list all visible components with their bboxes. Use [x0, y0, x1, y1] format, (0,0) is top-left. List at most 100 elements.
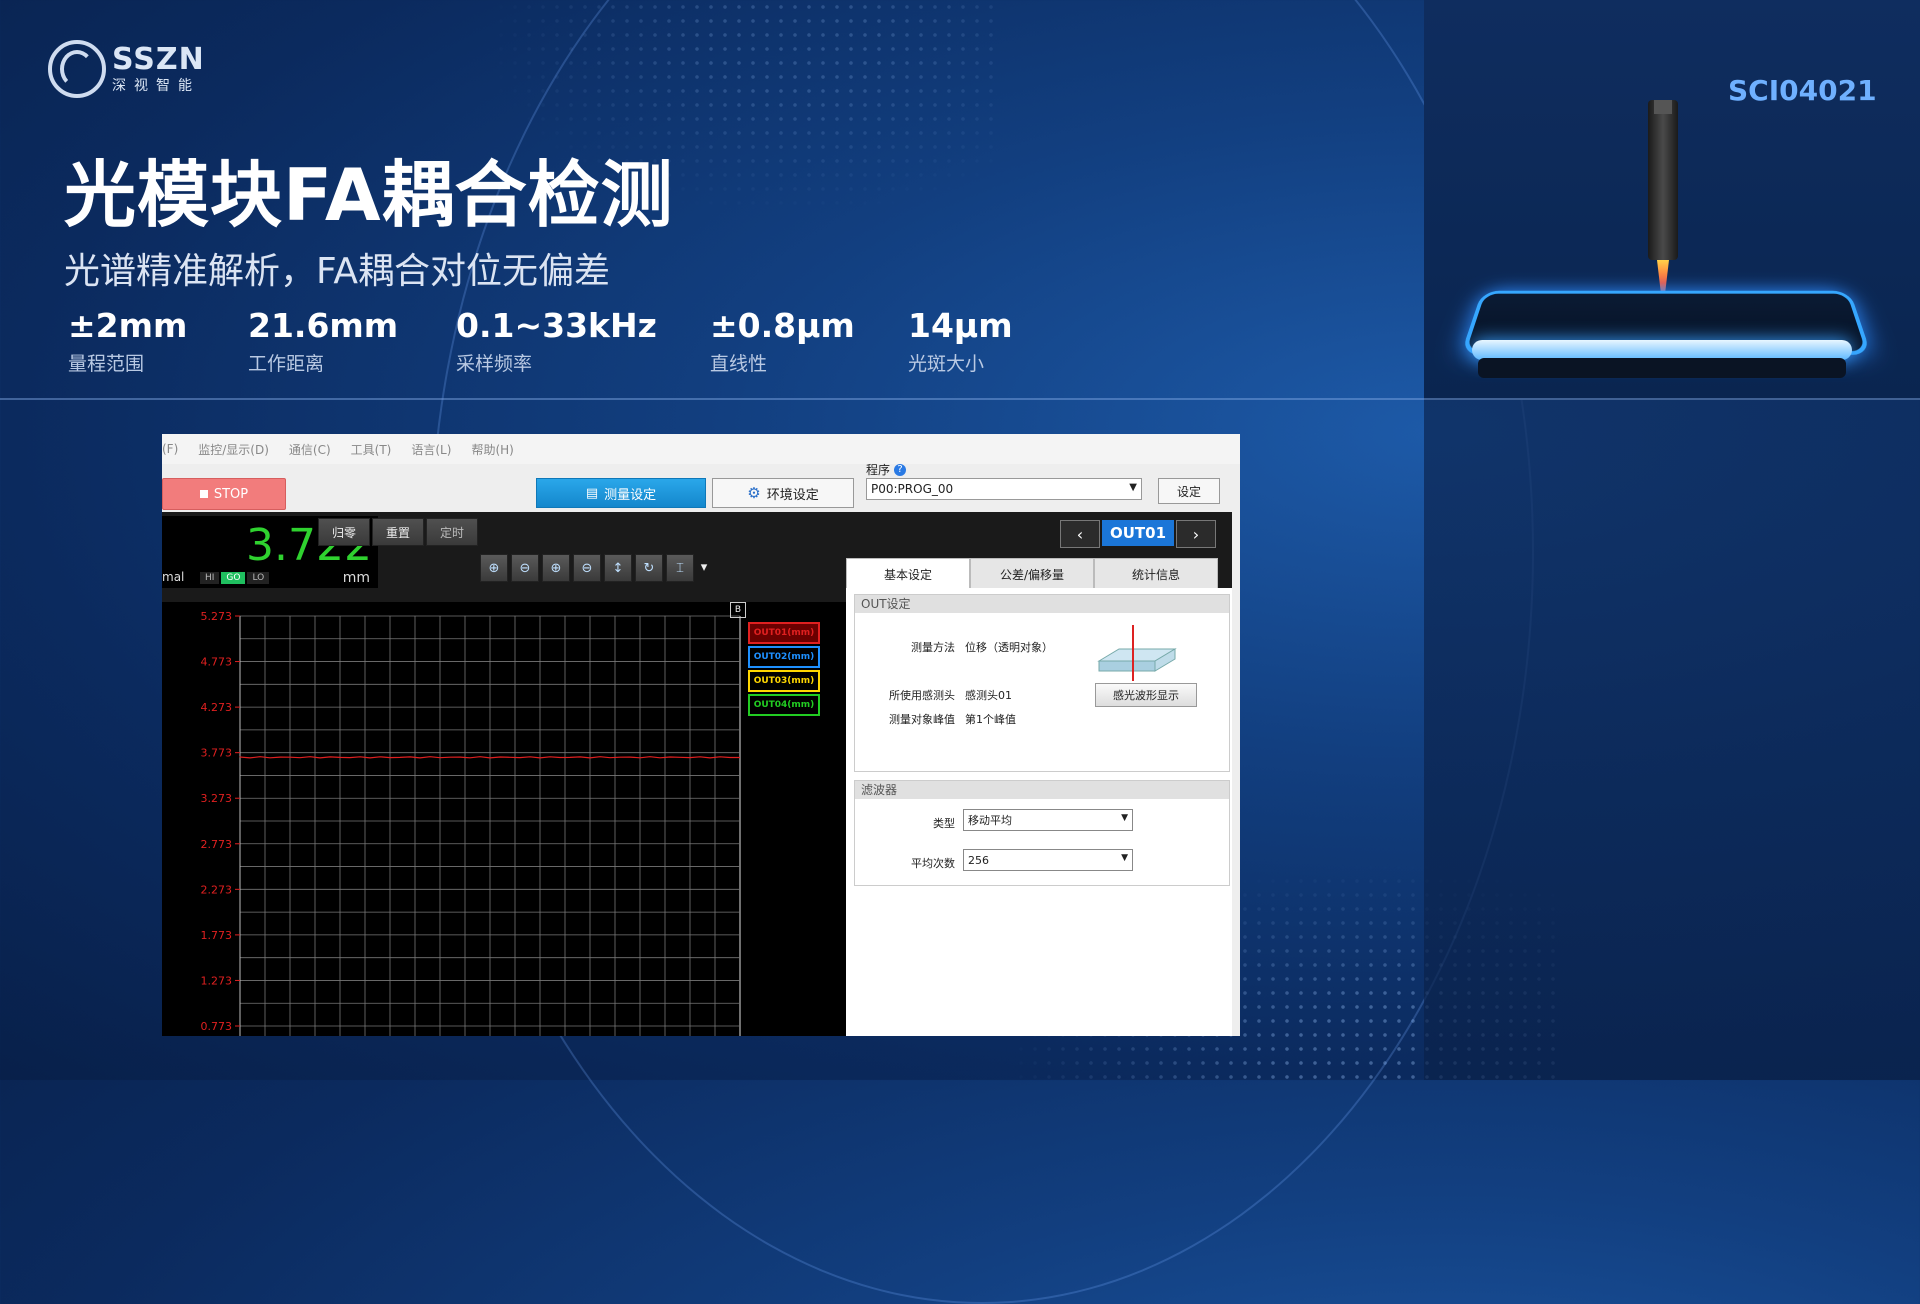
- model-number: SCI04021: [1728, 74, 1877, 107]
- menu-comm[interactable]: 通信(C): [289, 441, 331, 458]
- spec-value: ±2mm: [68, 306, 188, 345]
- refresh-icon[interactable]: ↻: [635, 554, 663, 582]
- probe-cap: [1654, 100, 1672, 114]
- prev-output-button[interactable]: ‹: [1060, 520, 1100, 548]
- set-button[interactable]: 设定: [1158, 478, 1220, 504]
- env-settings-button[interactable]: ⚙ 环境设定: [712, 478, 854, 508]
- stop-button[interactable]: STOP: [162, 478, 286, 510]
- product-panel-lower: [1424, 400, 1920, 1080]
- chart-toolbar: ⊕ ⊖ ⊕ ⊖ ↕ ↻ ⌶ ▾: [480, 554, 711, 582]
- y-tick-label: 4.273: [201, 701, 233, 714]
- spec-range: ±2mm 量程范围: [68, 306, 187, 376]
- sensor-probe-image: [1648, 100, 1678, 260]
- brand-name-en: SSZN: [112, 42, 205, 77]
- menu-language[interactable]: 语言(L): [411, 441, 451, 458]
- chevron-down-icon: ▼: [1121, 813, 1128, 823]
- menu-tools[interactable]: 工具(T): [351, 441, 392, 458]
- y-tick-label: 3.273: [201, 792, 233, 805]
- next-output-button[interactable]: ›: [1176, 520, 1216, 548]
- zoom-in-y-icon[interactable]: ⊕: [542, 554, 570, 582]
- logo-icon: [48, 40, 106, 98]
- measure-settings-button[interactable]: ▤ 测量设定: [536, 478, 706, 508]
- avg-count-label: 平均次数: [911, 857, 955, 870]
- stage-glow: [1472, 340, 1852, 360]
- brand-name-cn: 深视智能: [112, 78, 200, 94]
- cursor-mode-icon[interactable]: ⌶: [666, 554, 694, 582]
- y-tick-label: 4.773: [201, 656, 233, 669]
- avg-count-value: 256: [968, 853, 989, 867]
- output-selector: ‹ OUT01 ›: [1060, 520, 1216, 548]
- gear-icon: ⚙: [747, 484, 761, 502]
- legend-out03[interactable]: OUT03(mm): [748, 670, 820, 692]
- current-output: OUT01: [1102, 520, 1174, 546]
- legend-out02[interactable]: OUT02(mm): [748, 646, 820, 668]
- stop-icon: [199, 490, 208, 498]
- spec-label: 量程范围: [68, 353, 145, 375]
- legend-out01[interactable]: OUT01(mm): [748, 622, 820, 644]
- spec-value: 14μm: [908, 306, 1013, 345]
- filter-type-value: 移动平均: [968, 814, 1012, 827]
- menu-bar: (F) 监控/显示(D) 通信(C) 工具(T) 语言(L) 帮助(H): [162, 434, 1240, 464]
- spec-sampling: 0.1~33kHz 采样频率: [456, 306, 657, 376]
- zero-button[interactable]: 归零: [318, 518, 370, 546]
- spec-label: 光斑大小: [908, 353, 985, 375]
- y-tick-label: 0.773: [201, 1020, 233, 1033]
- reset-button[interactable]: 重置: [372, 518, 424, 546]
- page-title: 光模块FA耦合检测: [64, 153, 674, 237]
- page-subtitle: 光谱精准解析，FA耦合对位无偏差: [64, 251, 611, 292]
- filter-header: 滤波器: [855, 781, 1229, 799]
- peak-label: 测量对象峰值: [889, 713, 955, 726]
- zoom-in-icon[interactable]: ⊕: [480, 554, 508, 582]
- spec-value: ±0.8μm: [710, 306, 855, 345]
- waveform-display-button[interactable]: 感光波形显示: [1095, 683, 1197, 707]
- fit-vertical-icon[interactable]: ↕: [604, 554, 632, 582]
- filter-type-label: 类型: [933, 817, 955, 830]
- measurement-unit: mm: [342, 570, 370, 586]
- spec-value: 21.6mm: [248, 306, 399, 345]
- spec-label: 采样频率: [456, 353, 533, 375]
- marker-b[interactable]: B: [730, 602, 746, 618]
- settings-panel: OUT设定 测量方法 位移（透明对象） 所使用感测头 感测头01 感光波形显示 …: [846, 588, 1232, 1036]
- mode-text: mal: [162, 570, 185, 584]
- menu-help[interactable]: 帮助(H): [471, 441, 513, 458]
- head-value: 感测头01: [965, 689, 1012, 702]
- dropdown-arrow-icon[interactable]: ▾: [697, 554, 711, 580]
- out-settings-header: OUT设定: [855, 595, 1229, 613]
- avg-count-select[interactable]: 256 ▼: [963, 849, 1133, 871]
- menu-monitor[interactable]: 监控/显示(D): [198, 441, 269, 458]
- head-label: 所使用感测头: [889, 689, 955, 702]
- filter-type-select[interactable]: 移动平均 ▼: [963, 809, 1133, 831]
- stage-foot: [1478, 358, 1846, 378]
- tab-tolerance[interactable]: 公差/偏移量: [970, 558, 1094, 590]
- program-value: P00:PROG_00: [871, 482, 954, 496]
- y-tick-label: 1.273: [201, 974, 233, 987]
- y-tick-label: 3.773: [201, 747, 233, 760]
- zoom-out-y-icon[interactable]: ⊖: [573, 554, 601, 582]
- measure-settings-label: 测量设定: [604, 487, 657, 503]
- tab-statistics[interactable]: 统计信息: [1094, 558, 1218, 590]
- software-window: (F) 监控/显示(D) 通信(C) 工具(T) 语言(L) 帮助(H) STO…: [162, 434, 1240, 1036]
- spec-label: 直线性: [710, 353, 768, 375]
- trend-chart[interactable]: 5.273 4.773 4.273 3.773 3.273 2.773 2.273 1.773…: [162, 602, 848, 1036]
- zoom-out-icon[interactable]: ⊖: [511, 554, 539, 582]
- tab-basic[interactable]: 基本设定: [846, 558, 970, 589]
- program-label-text: 程序: [866, 463, 891, 477]
- brand-logo: SSZN 深视智能: [48, 40, 205, 98]
- help-icon[interactable]: ?: [894, 463, 907, 476]
- y-tick-label: 1.773: [201, 929, 233, 942]
- menu-file[interactable]: (F): [162, 442, 178, 456]
- y-tick-label: 5.273: [201, 610, 233, 623]
- spec-spot-size: 14μm 光斑大小: [908, 306, 1013, 376]
- legend-out04[interactable]: OUT04(mm): [748, 694, 820, 716]
- chevron-down-icon: ▼: [1129, 482, 1137, 493]
- timer-button[interactable]: 定时: [426, 518, 478, 546]
- program-select[interactable]: P00:PROG_00 ▼: [866, 478, 1142, 500]
- method-label: 测量方法: [911, 641, 955, 654]
- method-value: 位移（透明对象）: [965, 641, 1053, 654]
- y-tick-label: 2.773: [201, 838, 233, 851]
- spec-label: 工作距离: [248, 353, 325, 375]
- filter-group: 滤波器 类型 移动平均 ▼ 平均次数 256 ▼: [854, 780, 1230, 886]
- judgement-indicators: HI GO LO: [200, 572, 270, 584]
- list-icon: ▤: [585, 485, 599, 501]
- settings-tabs: 基本设定 公差/偏移量 统计信息: [846, 558, 1218, 590]
